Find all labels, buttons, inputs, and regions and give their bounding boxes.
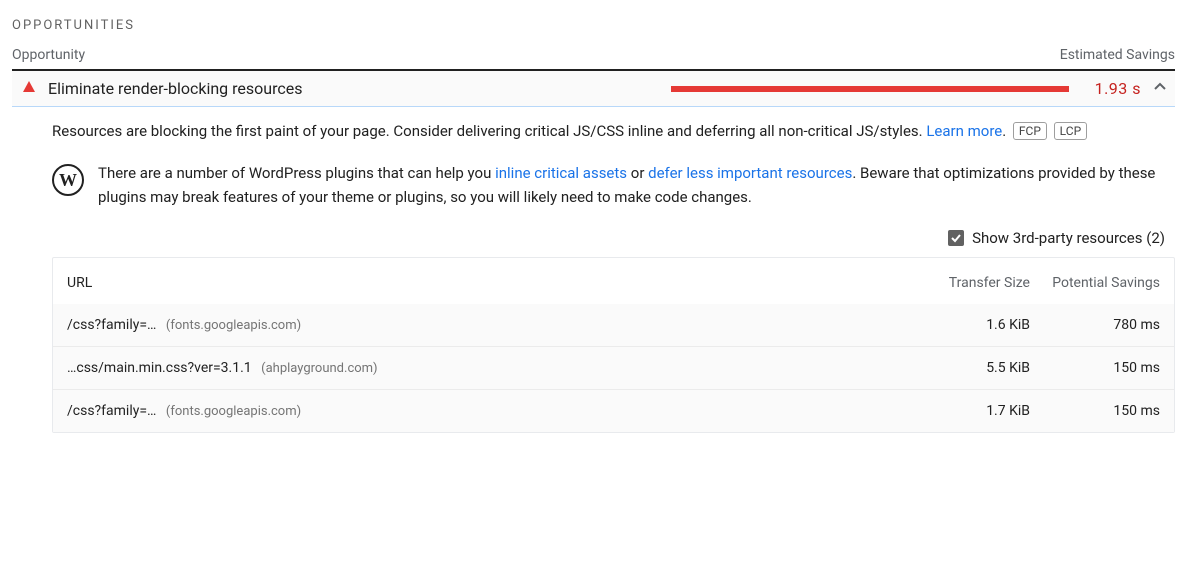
table-row: /css?family=… (fonts.googleapis.com)1.6 … <box>53 304 1174 346</box>
audit-header-row[interactable]: Eliminate render-blocking resources 1.93… <box>12 71 1175 106</box>
col-savings-header: Estimated Savings <box>1060 47 1175 63</box>
cell-origin: (ahplayground.com) <box>261 361 377 376</box>
fail-triangle-icon <box>22 80 36 98</box>
table-row: …css/main.min.css?ver=3.1.1 (ahplaygroun… <box>53 346 1174 389</box>
cell-url: /css?family=… (fonts.googleapis.com) <box>67 403 860 419</box>
cell-url: …css/main.min.css?ver=3.1.1 (ahplaygroun… <box>67 360 860 376</box>
resource-table: URL Transfer Size Potential Savings /css… <box>52 257 1175 433</box>
third-party-label: Show 3rd-party resources (2) <box>972 229 1165 247</box>
checkbox-checked-icon <box>948 230 964 246</box>
defer-resources-link[interactable]: defer less important resources <box>648 164 852 182</box>
col-opportunity-header: Opportunity <box>12 47 85 63</box>
inline-critical-link[interactable]: inline critical assets <box>495 164 627 182</box>
cell-savings: 780 ms <box>1030 317 1160 333</box>
audit-description-text: Resources are blocking the first paint o… <box>52 122 926 140</box>
savings-gauge <box>671 86 1069 92</box>
metric-pill-lcp[interactable]: LCP <box>1054 122 1087 140</box>
third-party-toggle[interactable]: Show 3rd-party resources (2) <box>52 229 1175 247</box>
opportunity-headers: Opportunity Estimated Savings <box>12 47 1175 63</box>
wordpress-icon: W <box>52 164 84 196</box>
audit-description: Resources are blocking the first paint o… <box>52 119 1175 143</box>
section-title: OPPORTUNITIES <box>12 18 1175 33</box>
cell-savings: 150 ms <box>1030 360 1160 376</box>
audit-title: Eliminate render-blocking resources <box>48 79 302 98</box>
table-header-url: URL <box>67 275 860 291</box>
cell-size: 1.6 KiB <box>860 317 1030 333</box>
learn-more-link[interactable]: Learn more <box>926 122 1002 140</box>
cell-origin: (fonts.googleapis.com) <box>166 404 301 419</box>
table-header-savings: Potential Savings <box>1030 274 1160 292</box>
cell-origin: (fonts.googleapis.com) <box>166 318 301 333</box>
wp-text-before: There are a number of WordPress plugins … <box>98 164 495 182</box>
table-row: /css?family=… (fonts.googleapis.com)1.7 … <box>53 389 1174 432</box>
cell-savings: 150 ms <box>1030 403 1160 419</box>
table-header-row: URL Transfer Size Potential Savings <box>53 258 1174 304</box>
cell-size: 5.5 KiB <box>860 360 1030 376</box>
table-header-size: Transfer Size <box>860 275 1030 291</box>
wp-text-middle: or <box>627 164 648 182</box>
chevron-up-icon[interactable] <box>1153 80 1167 98</box>
cell-url: /css?family=… (fonts.googleapis.com) <box>67 317 860 333</box>
audit-savings-value: 1.93 s <box>1083 79 1141 98</box>
metric-pill-fcp[interactable]: FCP <box>1013 122 1047 140</box>
wordpress-hint: W There are a number of WordPress plugin… <box>52 161 1175 209</box>
cell-size: 1.7 KiB <box>860 403 1030 419</box>
audit-details: Resources are blocking the first paint o… <box>12 119 1175 433</box>
